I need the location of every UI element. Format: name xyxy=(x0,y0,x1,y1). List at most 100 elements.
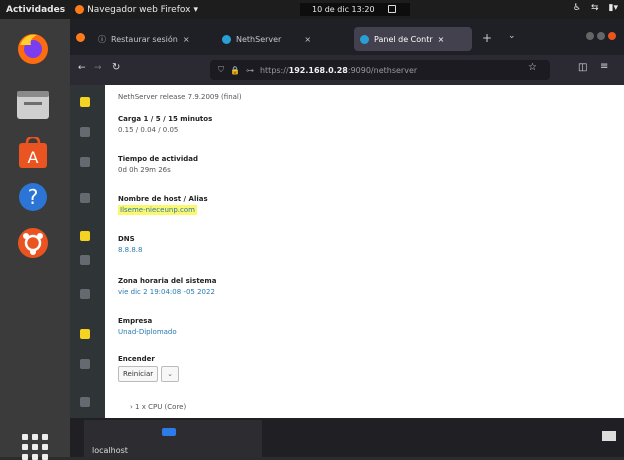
ubuntu-dock-icon[interactable] xyxy=(11,221,55,265)
software-dock-icon[interactable]: A xyxy=(11,131,55,175)
dns-field: DNS 8.8.8.8 xyxy=(118,235,143,254)
chevron-down-icon: ▾ xyxy=(193,4,198,15)
timezone-link[interactable]: vie dic 2 19:04:08 -05 2022 xyxy=(118,288,216,296)
tab-label: NethServer xyxy=(236,34,282,44)
load-label: Carga 1 / 5 / 15 minutos xyxy=(118,115,213,123)
info-icon: ⓘ xyxy=(98,34,106,44)
window-icon xyxy=(162,428,176,436)
reload-icon[interactable]: ↻ xyxy=(112,62,120,73)
clock-label: 10 de dic 13:20 xyxy=(312,5,375,14)
svg-text:?: ? xyxy=(28,185,39,209)
show-applications-icon[interactable] xyxy=(19,431,48,460)
system-nav-icon[interactable] xyxy=(80,97,90,107)
app-menu-label: Navegador web Firefox xyxy=(87,4,191,15)
window-controls[interactable] xyxy=(586,32,616,40)
storage-nav-icon[interactable] xyxy=(80,231,90,241)
clock[interactable]: 10 de dic 13:20 xyxy=(300,3,410,16)
files-dock-icon[interactable] xyxy=(11,83,55,127)
cpu-expander[interactable]: › 1 x CPU (Core) xyxy=(130,403,186,411)
close-window-icon[interactable] xyxy=(608,32,616,40)
settings-nav-icon[interactable] xyxy=(80,289,90,299)
tab-bar: ⓘ Restaurar sesión × NethServer × Panel … xyxy=(70,19,624,55)
load-value: 0.15 / 0.04 / 0.05 xyxy=(118,126,179,134)
dns-label: DNS xyxy=(118,235,135,243)
tab-label: Restaurar sesión xyxy=(111,34,178,44)
timezone-field: Zona horaria del sistema vie dic 2 19:04… xyxy=(118,277,216,296)
taskbar-menu-icon[interactable] xyxy=(602,431,616,441)
power-dropdown-icon[interactable]: ⌄ xyxy=(161,366,180,382)
firefox-icon xyxy=(75,5,85,14)
accessibility-icon: ♿ xyxy=(572,3,581,13)
close-icon[interactable]: × xyxy=(304,35,311,44)
tab-panel-de-control[interactable]: Panel de Contr × xyxy=(354,27,472,51)
back-icon[interactable]: ← xyxy=(78,63,86,73)
services-nav-icon[interactable] xyxy=(80,255,90,265)
url-rest: :9090/nethserver xyxy=(347,65,418,75)
bookmark-star-icon[interactable]: ☆ xyxy=(528,62,537,73)
hostname-label: Nombre de host / Alias xyxy=(118,195,208,203)
power-field: Encender Reiniciar ⌄ xyxy=(118,355,180,382)
pocket-icon[interactable]: ◫ xyxy=(578,62,587,73)
url-text: https://192.168.0.28:9090/nethserver xyxy=(260,66,417,75)
svg-text:A: A xyxy=(28,148,39,167)
close-icon[interactable]: × xyxy=(183,35,190,44)
cockpit-sidebar xyxy=(70,85,105,418)
permission-icon: ⊶ xyxy=(245,65,254,75)
reboot-button[interactable]: Reiniciar xyxy=(118,366,159,382)
hostname-field: Nombre de host / Alias Ilseme-nieceunp.c… xyxy=(118,195,208,215)
dns-link[interactable]: 8.8.8.8 xyxy=(118,246,143,254)
system-tray[interactable]: ♿ ⇆ ▮▾ xyxy=(573,3,618,13)
shield-icon: ⛉ xyxy=(218,65,224,74)
release-text: NethServer release 7.9.2009 (final) xyxy=(118,93,242,101)
app-menu[interactable]: Navegador web Firefox ▾ xyxy=(75,5,198,15)
load-field: Carga 1 / 5 / 15 minutos 0.15 / 0.04 / 0… xyxy=(118,115,212,134)
search-nav-icon[interactable] xyxy=(80,193,90,203)
url-bar[interactable]: ⛉ 🔒 ⊶ https://192.168.0.28:9090/nethserv… xyxy=(210,60,550,80)
company-field: Empresa Unad-Diplomado xyxy=(118,317,177,336)
tab-label: Panel de Contr xyxy=(374,34,433,44)
new-tab-icon[interactable]: + xyxy=(482,31,492,45)
tab-nethserver[interactable]: NethServer × xyxy=(216,27,352,51)
tab-restaurar-sesion[interactable]: ⓘ Restaurar sesión × xyxy=(92,27,210,51)
minimize-icon[interactable] xyxy=(586,32,594,40)
power-button-group: Reiniciar ⌄ xyxy=(118,366,180,382)
company-label: Empresa xyxy=(118,317,153,325)
system-overview: NethServer release 7.9.2009 (final) Carg… xyxy=(105,85,624,418)
uptime-label: Tiempo de actividad xyxy=(118,155,198,163)
uptime-field: Tiempo de actividad 0d 0h 29m 26s xyxy=(118,155,198,174)
gnome-top-bar: Actividades Navegador web Firefox ▾ 10 d… xyxy=(0,0,624,19)
firefox-view-icon[interactable] xyxy=(76,33,85,42)
nav-bar: ← → ↻ ⛉ 🔒 ⊶ https://192.168.0.28:9090/ne… xyxy=(70,55,624,85)
timezone-label: Zona horaria del sistema xyxy=(118,277,217,285)
network-nav-icon[interactable] xyxy=(80,157,90,167)
applications-nav-icon[interactable] xyxy=(80,329,90,339)
menu-icon[interactable]: ≡ xyxy=(600,61,608,72)
chevron-right-icon: › xyxy=(130,403,133,411)
taskbar-localhost[interactable]: localhost xyxy=(84,420,262,457)
forward-icon[interactable]: → xyxy=(94,63,102,73)
uptime-value: 0d 0h 29m 26s xyxy=(118,166,171,174)
activities-button[interactable]: Actividades xyxy=(6,5,65,15)
close-icon[interactable]: × xyxy=(438,35,445,44)
battery-icon: ▮▾ xyxy=(608,3,618,13)
firefox-dock-icon[interactable] xyxy=(11,27,55,71)
power-label: Encender xyxy=(118,355,155,363)
lock-warning-icon: 🔒 xyxy=(230,65,240,75)
url-host: 192.168.0.28 xyxy=(288,65,348,75)
notification-icon xyxy=(388,5,396,13)
hostname-link[interactable]: Ilseme-nieceunp.com xyxy=(118,205,197,215)
taskbar: localhost xyxy=(70,418,624,457)
network-icon: ⇆ xyxy=(590,3,599,13)
panel-icon xyxy=(360,34,369,44)
url-prefix: https:// xyxy=(259,65,289,75)
list-tabs-icon[interactable]: ⌄ xyxy=(508,31,516,41)
terminal-nav-icon[interactable] xyxy=(80,359,90,369)
logs-nav-icon[interactable] xyxy=(80,127,90,137)
maximize-icon[interactable] xyxy=(597,32,605,40)
help-dock-icon[interactable]: ? xyxy=(11,175,55,219)
taskbar-label: localhost xyxy=(92,446,128,455)
company-link[interactable]: Unad-Diplomado xyxy=(118,328,177,336)
cpu-label: 1 x CPU (Core) xyxy=(135,403,187,411)
more-nav-icon[interactable] xyxy=(80,397,90,407)
nethserver-icon xyxy=(222,34,231,44)
